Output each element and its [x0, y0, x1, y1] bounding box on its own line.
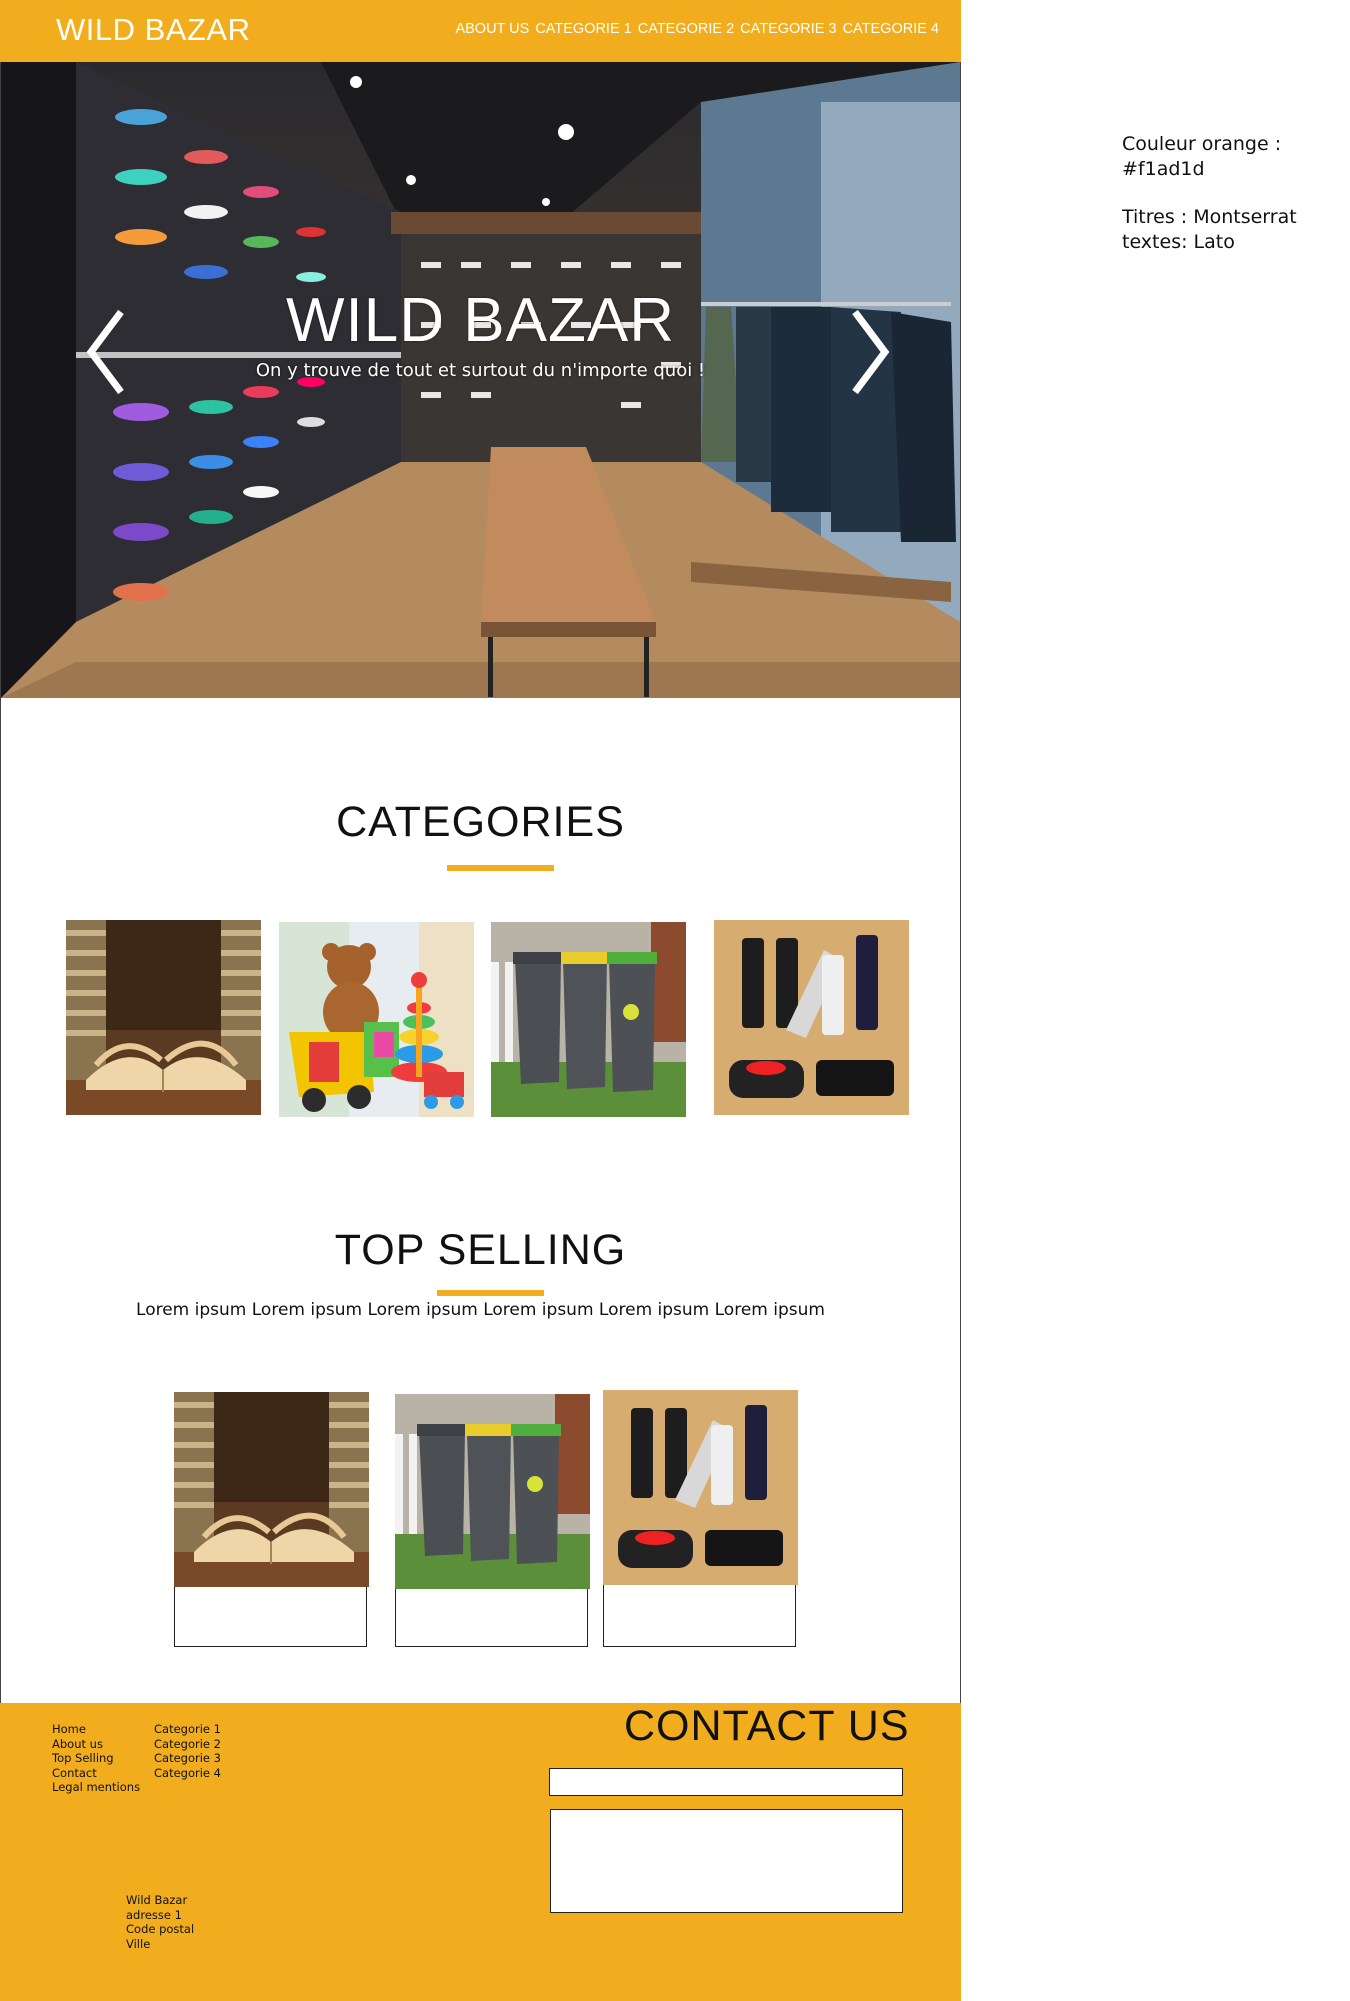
- address-line: adresse 1: [126, 1907, 182, 1922]
- chevron-right-icon[interactable]: [837, 302, 897, 402]
- top-selling-usb-keys[interactable]: [603, 1390, 798, 1585]
- books-image: [66, 920, 261, 1115]
- category-trash-bins[interactable]: [491, 922, 686, 1117]
- nav-categorie-4[interactable]: CATEGORIE 4: [843, 21, 939, 37]
- footer-links-categories: Categorie 1 Categorie 2 Categorie 3 Cate…: [154, 1722, 221, 1780]
- top-nav: ABOUT US CATEGORIE 1 CATEGORIE 2 CATEGOR…: [455, 21, 939, 37]
- nav-categorie-1[interactable]: CATEGORIE 1: [535, 21, 631, 37]
- footer-link-contact[interactable]: Contact: [52, 1766, 140, 1781]
- address-postcode: Code postal: [126, 1922, 195, 1937]
- footer-link-categorie-2[interactable]: Categorie 2: [154, 1737, 221, 1752]
- category-books[interactable]: [66, 920, 261, 1115]
- categories-underline: [447, 865, 554, 871]
- top-selling-card-1-body[interactable]: [174, 1584, 367, 1647]
- footer-link-home[interactable]: Home: [52, 1722, 140, 1737]
- usb-keys-image: [603, 1390, 798, 1585]
- contact-title: CONTACT US: [624, 1702, 910, 1750]
- note-color: Couleur orange : #f1ad1d: [1122, 133, 1282, 180]
- top-selling-books[interactable]: [174, 1392, 369, 1587]
- footer-link-top-selling[interactable]: Top Selling: [52, 1751, 140, 1766]
- address-name: Wild Bazar: [126, 1893, 188, 1907]
- hero-subtitle: On y trouve de tout et surtout du n'impo…: [255, 360, 706, 381]
- footer-link-categorie-3[interactable]: Categorie 3: [154, 1751, 221, 1766]
- footer-address: Wild Bazar adresse 1 Code postal Ville: [126, 1893, 194, 1951]
- top-selling-card-2-body[interactable]: [395, 1584, 588, 1647]
- category-usb-keys[interactable]: [714, 920, 909, 1115]
- note-titles-font: Titres : Montserrat: [1122, 206, 1297, 228]
- footer-link-legal-mentions[interactable]: Legal mentions: [52, 1780, 140, 1795]
- address-city: Ville: [126, 1936, 151, 1951]
- nav-categorie-2[interactable]: CATEGORIE 2: [638, 21, 734, 37]
- toys-image: [279, 922, 474, 1117]
- footer-links-main: Home About us Top Selling Contact Legal …: [52, 1722, 140, 1795]
- footer-link-categorie-1[interactable]: Categorie 1: [154, 1722, 221, 1737]
- trash-bins-image: [491, 922, 686, 1117]
- chevron-left-icon[interactable]: [79, 302, 139, 402]
- hero-title: WILD BAZAR: [286, 286, 675, 355]
- books-image: [174, 1392, 369, 1587]
- category-toys[interactable]: [279, 922, 474, 1117]
- trash-bins-image: [395, 1394, 590, 1589]
- top-selling-title: TOP SELLING: [334, 1226, 627, 1274]
- top-selling-trash-bins[interactable]: [395, 1394, 590, 1589]
- top-selling-underline: [437, 1290, 544, 1296]
- design-notes: Couleur orange : #f1ad1d Titres : Montse…: [1122, 132, 1350, 255]
- hero-carousel: WILD BAZAR On y trouve de tout et surtou…: [1, 62, 960, 698]
- footer-link-categorie-4[interactable]: Categorie 4: [154, 1766, 221, 1781]
- footer-link-about-us[interactable]: About us: [52, 1737, 140, 1752]
- nav-about-us[interactable]: ABOUT US: [455, 21, 529, 37]
- header-bar: WILD BAZAR ABOUT US CATEGORIE 1 CATEGORI…: [0, 0, 961, 62]
- categories-title: CATEGORIES: [336, 798, 625, 846]
- contact-email-field[interactable]: [549, 1768, 903, 1796]
- note-spacer: [1122, 182, 1350, 205]
- nav-categorie-3[interactable]: CATEGORIE 3: [740, 21, 836, 37]
- contact-message-field[interactable]: [550, 1809, 903, 1913]
- top-selling-card-3-body[interactable]: [603, 1584, 796, 1647]
- brand-logo[interactable]: WILD BAZAR: [56, 12, 250, 48]
- usb-keys-image: [714, 920, 909, 1115]
- note-texts-font: textes: Lato: [1122, 231, 1235, 253]
- top-selling-text: Lorem ipsum Lorem ipsum Lorem ipsum Lore…: [136, 1300, 825, 1320]
